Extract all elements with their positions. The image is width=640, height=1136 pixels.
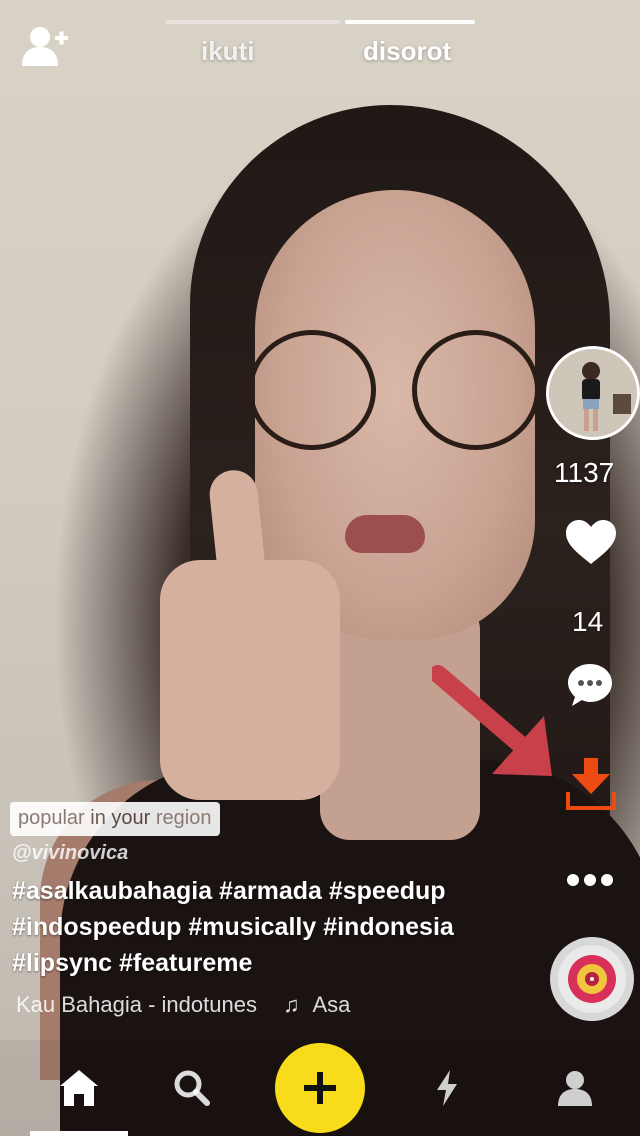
artist-name: Asa [312,992,351,1017]
download-icon[interactable] [566,758,616,817]
more-dots-icon[interactable] [566,872,614,893]
comment-bubble-icon[interactable] [568,664,612,711]
nav-search[interactable] [143,1040,241,1136]
popular-badge: popular in your region [10,802,220,836]
create-video-button[interactable] [275,1043,365,1133]
badge-text: your [111,807,151,829]
home-active-indicator [30,1131,128,1136]
video-screen[interactable]: ikuti disorot 1137 14 popular in your re… [0,0,640,1136]
hashtag-line[interactable]: #lipsync #featureme [12,945,532,981]
like-count: 1137 [554,457,615,488]
home-icon [60,1070,98,1106]
nav-profile[interactable] [526,1040,624,1136]
video-mouth [345,515,425,553]
profile-avatar[interactable] [546,346,640,440]
search-icon [174,1070,210,1106]
annotation-arrow [429,664,572,799]
plus-icon [304,1072,336,1104]
nav-activity[interactable] [398,1040,496,1136]
heart-icon[interactable] [566,520,616,571]
username-link[interactable]: @vivinovica [12,842,128,865]
lightning-icon [437,1070,457,1106]
song-title: Kau Bahagia - indotunes [16,992,257,1017]
video-glasses-right [412,330,540,450]
hashtags: #asalkaubahagia #armada #speedup #indosp… [12,873,532,981]
badge-text: popular [18,807,85,829]
profile-icon [558,1071,592,1106]
badge-text: in [90,807,106,829]
tab-indicator-inactive [165,20,340,24]
badge-text: region [155,807,212,829]
comment-count: 14 [572,606,604,637]
music-info[interactable]: Kau Bahagia - indotunes ♫ Asa [16,992,350,1018]
video-glasses-left [248,330,376,450]
add-user-icon[interactable] [22,26,68,66]
music-disc-icon[interactable] [549,936,635,1027]
tab-disorot[interactable]: disorot [363,36,451,67]
tab-ikuti[interactable]: ikuti [201,36,254,67]
top-tabs: ikuti disorot [0,0,640,90]
hashtag-line[interactable]: #asalkaubahagia #armada #speedup [12,873,532,909]
tab-indicator-active [345,20,475,24]
nav-home[interactable] [30,1040,128,1136]
music-note-icon: ♫ [283,992,300,1017]
hashtag-line[interactable]: #indospeedup #musically #indonesia [12,909,532,945]
